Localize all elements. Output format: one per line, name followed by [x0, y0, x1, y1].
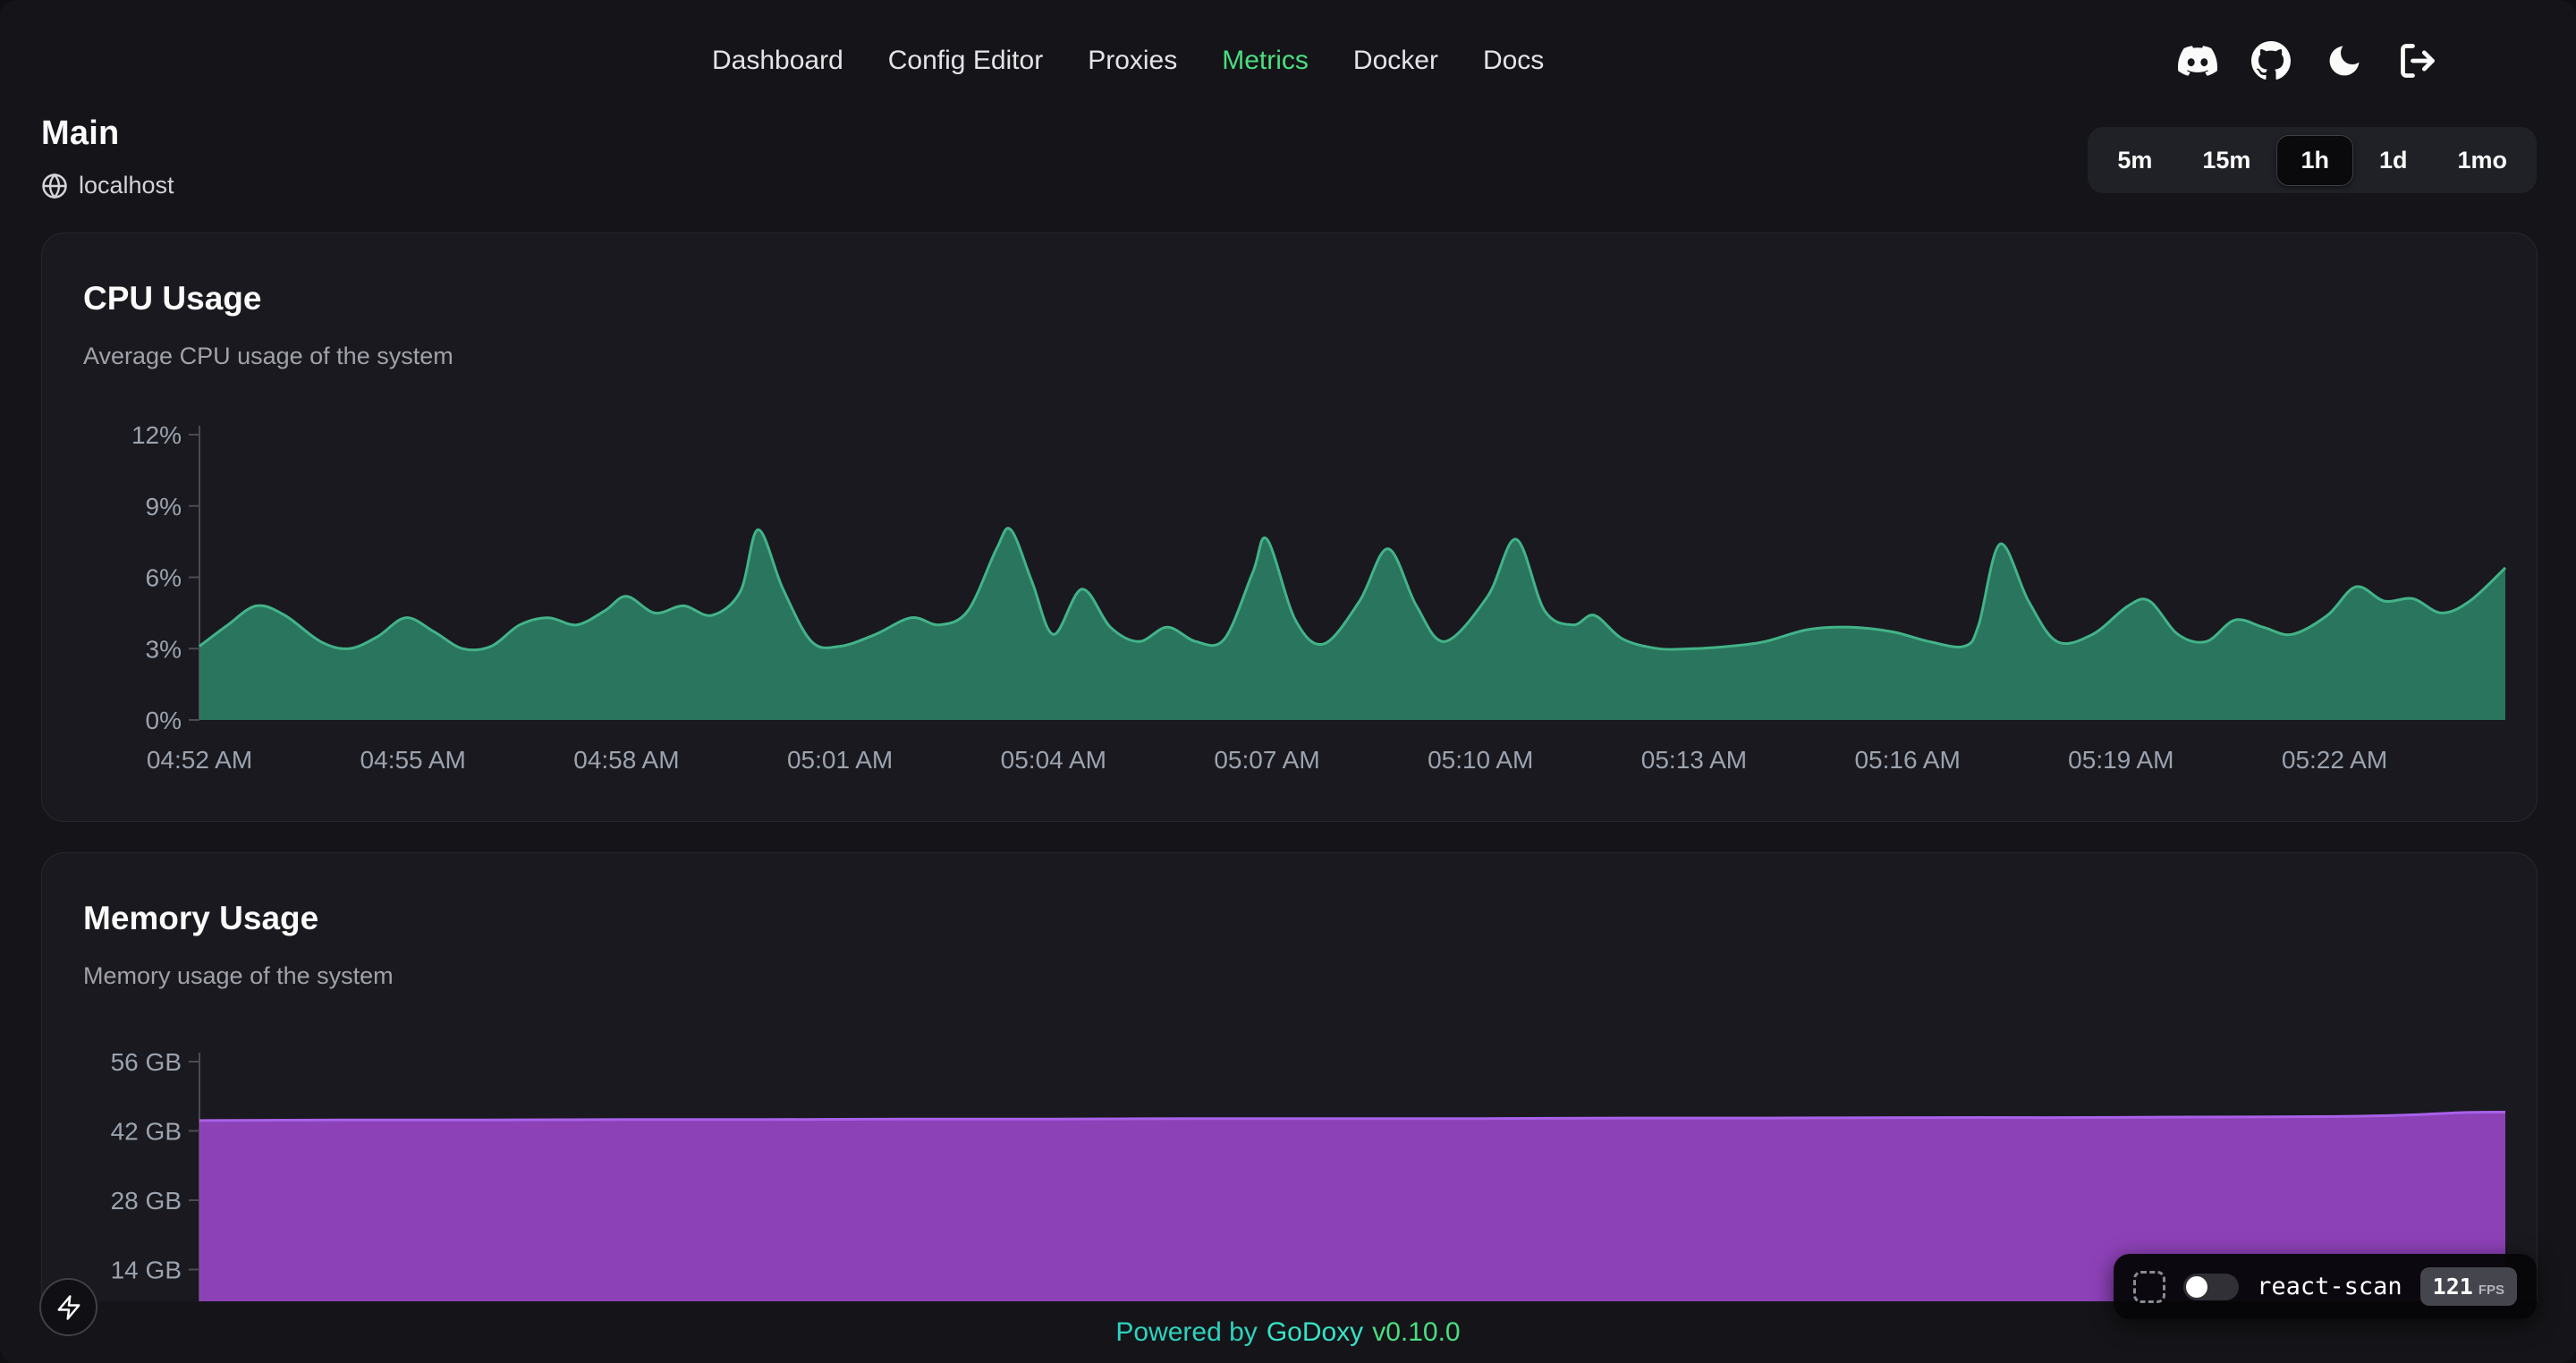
cpu-card-subtitle: Average CPU usage of the system: [83, 343, 453, 370]
top-nav: Dashboard Config Editor Proxies Metrics …: [712, 0, 1544, 122]
range-tab-5m[interactable]: 5m: [2093, 135, 2176, 186]
svg-text:9%: 9%: [146, 493, 182, 521]
github-icon[interactable]: [2250, 40, 2292, 81]
fps-value: 121: [2433, 1274, 2473, 1300]
inspect-icon[interactable]: [2133, 1271, 2165, 1303]
nav-item-config-editor[interactable]: Config Editor: [888, 46, 1043, 76]
fps-badge: 121 FPS: [2420, 1267, 2517, 1306]
react-scan-toggle[interactable]: [2183, 1274, 2239, 1300]
cpu-usage-card: CPU Usage Average CPU usage of the syste…: [41, 233, 2538, 822]
cpu-card-title: CPU Usage: [83, 280, 261, 317]
svg-text:6%: 6%: [146, 564, 182, 592]
range-tab-1h[interactable]: 1h: [2276, 135, 2353, 186]
powered-by-text: Powered by: [1115, 1317, 1257, 1348]
react-scan-label: react-scan: [2257, 1273, 2402, 1300]
svg-text:28 GB: 28 GB: [111, 1187, 182, 1215]
logout-icon[interactable]: [2397, 40, 2438, 81]
svg-text:14 GB: 14 GB: [111, 1257, 182, 1284]
range-tab-1d[interactable]: 1d: [2355, 135, 2432, 186]
svg-text:05:10 AM: 05:10 AM: [1428, 746, 1533, 774]
react-scan-toolbar: react-scan 121 FPS: [2114, 1254, 2537, 1319]
memory-card-subtitle: Memory usage of the system: [83, 962, 394, 990]
svg-text:05:04 AM: 05:04 AM: [1001, 746, 1106, 774]
godoxy-link[interactable]: GoDoxy: [1267, 1317, 1363, 1348]
nav-item-metrics[interactable]: Metrics: [1222, 46, 1309, 76]
svg-text:05:19 AM: 05:19 AM: [2068, 746, 2174, 774]
svg-text:12%: 12%: [131, 421, 182, 449]
quick-actions-button[interactable]: [39, 1278, 97, 1336]
svg-text:05:13 AM: 05:13 AM: [1641, 746, 1747, 774]
svg-text:05:22 AM: 05:22 AM: [2282, 746, 2387, 774]
svg-text:04:55 AM: 04:55 AM: [360, 746, 466, 774]
time-range-selector: 5m 15m 1h 1d 1mo: [2088, 127, 2537, 193]
svg-text:05:07 AM: 05:07 AM: [1214, 746, 1319, 774]
theme-toggle-moon-icon[interactable]: [2324, 40, 2365, 81]
svg-text:04:58 AM: 04:58 AM: [573, 746, 679, 774]
svg-text:42 GB: 42 GB: [111, 1118, 182, 1146]
version-text: v0.10.0: [1372, 1317, 1460, 1348]
host-label: localhost: [79, 172, 174, 199]
svg-text:3%: 3%: [146, 635, 182, 663]
nav-item-proxies[interactable]: Proxies: [1088, 46, 1177, 76]
range-tab-1mo[interactable]: 1mo: [2433, 135, 2531, 186]
memory-card-title: Memory Usage: [83, 900, 318, 937]
svg-text:05:01 AM: 05:01 AM: [787, 746, 893, 774]
nav-item-docker[interactable]: Docker: [1353, 46, 1438, 76]
host-indicator: localhost: [41, 172, 174, 199]
globe-icon: [41, 173, 68, 199]
app-root: Dashboard Config Editor Proxies Metrics …: [0, 0, 2576, 1363]
toggle-knob: [2186, 1276, 2207, 1298]
nav-item-dashboard[interactable]: Dashboard: [712, 46, 843, 76]
svg-text:04:52 AM: 04:52 AM: [147, 746, 252, 774]
header-icon-group: [2177, 0, 2438, 122]
fps-unit: FPS: [2479, 1283, 2504, 1298]
svg-text:05:16 AM: 05:16 AM: [1854, 746, 1960, 774]
svg-text:56 GB: 56 GB: [111, 1048, 182, 1076]
zap-icon: [55, 1294, 82, 1321]
range-tab-15m[interactable]: 15m: [2178, 135, 2275, 186]
page-title: Main: [41, 114, 119, 153]
svg-text:0%: 0%: [146, 707, 182, 734]
nav-item-docs[interactable]: Docs: [1483, 46, 1544, 76]
discord-icon[interactable]: [2177, 40, 2218, 81]
cpu-usage-chart[interactable]: 0% 3% 6% 9% 12% 04:52 AM 04:55 AM 04:58 AM 05:01…: [74, 413, 2523, 793]
